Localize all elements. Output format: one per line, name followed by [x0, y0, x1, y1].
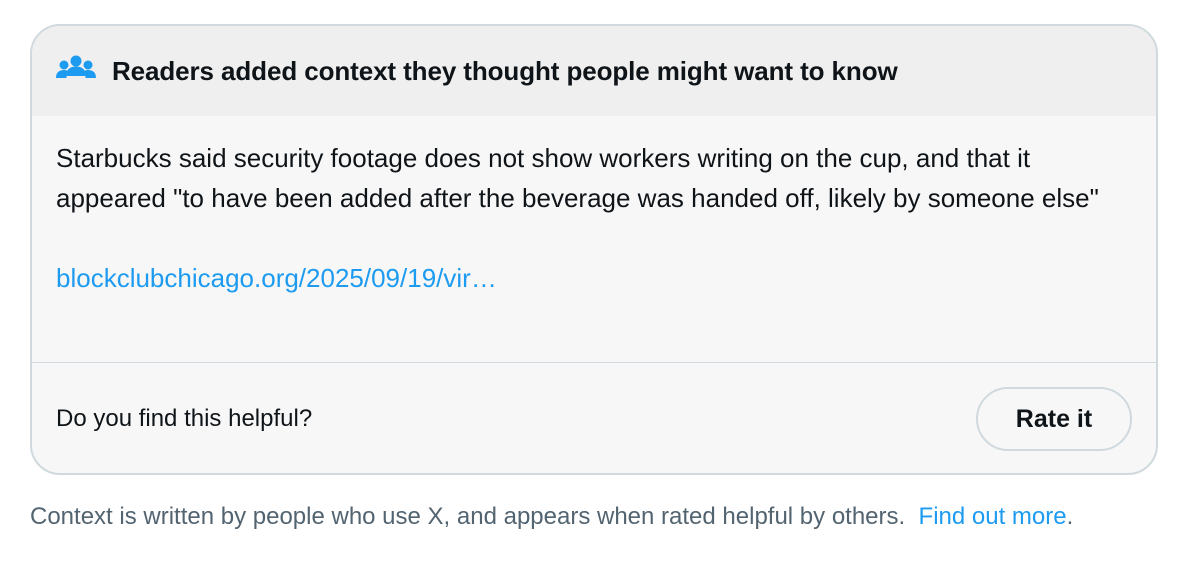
note-header: Readers added context they thought peopl…: [32, 26, 1156, 116]
helpful-question: Do you find this helpful?: [56, 405, 313, 432]
header-title: Readers added context they thought peopl…: [112, 55, 898, 86]
people-icon: [56, 55, 96, 87]
footnote-period: .: [1066, 503, 1074, 530]
footnote-text: Context is written by people who use X, …: [30, 503, 906, 530]
footnote: Context is written by people who use X, …: [30, 500, 1140, 533]
note-text: Starbucks said security footage does not…: [56, 143, 1099, 213]
note-body: Starbucks said security footage does not…: [32, 116, 1156, 362]
community-note-card: Readers added context they thought peopl…: [30, 24, 1158, 475]
find-out-more-link[interactable]: Find out more: [919, 503, 1067, 530]
rate-it-button[interactable]: Rate it: [976, 387, 1132, 451]
source-link[interactable]: blockclubchicago.org/2025/09/19/vir…: [56, 258, 497, 298]
note-footer: Do you find this helpful? Rate it: [32, 363, 1156, 473]
